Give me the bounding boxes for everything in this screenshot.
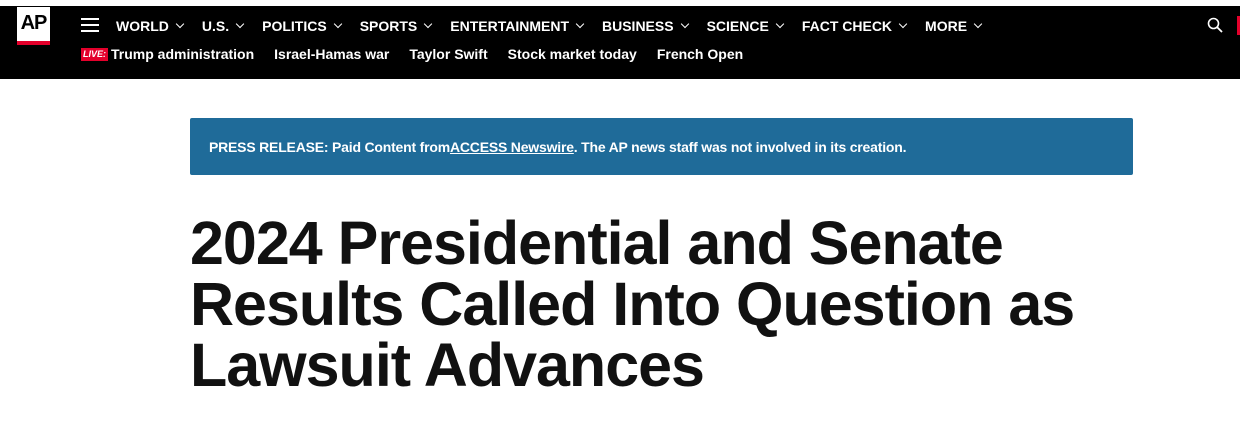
- trending-item-taylor-swift[interactable]: Taylor Swift: [409, 46, 487, 62]
- press-release-source-link[interactable]: ACCESS Newswire: [450, 139, 574, 155]
- nav-label: SCIENCE: [706, 18, 769, 34]
- nav-label: ENTERTAINMENT: [450, 18, 569, 34]
- nav-item-business[interactable]: BUSINESS: [602, 18, 689, 34]
- chevron-down-icon: [175, 19, 185, 29]
- nav-item-us[interactable]: U.S.: [201, 18, 245, 34]
- nav-item-science[interactable]: SCIENCE: [706, 18, 785, 34]
- chevron-down-icon: [333, 19, 342, 29]
- trending-label: Stock market today: [507, 46, 637, 62]
- top-navigation-bar: AP WORLD U.S. POLITICS SPORTS ENTERTAINM…: [0, 6, 1240, 79]
- trending-topics: LIVE: Trump administration Israel-Hamas w…: [81, 45, 763, 63]
- chevron-down-icon: [235, 19, 245, 29]
- search-icon[interactable]: [1207, 17, 1223, 33]
- chevron-down-icon: [898, 19, 908, 29]
- nav-label: U.S.: [201, 18, 230, 34]
- nav-item-more[interactable]: MORE: [925, 18, 983, 34]
- chevron-down-icon: [575, 19, 585, 29]
- nav-item-fact-check[interactable]: FACT CHECK: [801, 18, 908, 34]
- trending-item-trump-administration[interactable]: LIVE: Trump administration: [81, 46, 254, 62]
- main-nav: WORLD U.S. POLITICS SPORTS ENTERTAINMENT…: [116, 16, 1000, 36]
- press-release-banner: PRESS RELEASE: Paid Content from ACCESS …: [190, 118, 1133, 175]
- trending-label: Taylor Swift: [409, 46, 488, 62]
- nav-label: POLITICS: [262, 18, 327, 34]
- press-release-suffix: . The AP news staff was not involved in …: [573, 138, 907, 155]
- chevron-down-icon: [680, 19, 689, 29]
- article-headline: 2024 Presidential and Senate Results Cal…: [190, 209, 1075, 399]
- nav-label: WORLD: [116, 18, 169, 34]
- chevron-down-icon: [424, 19, 433, 29]
- trending-item-stock-market-today[interactable]: Stock market today: [508, 46, 637, 62]
- trending-label: Trump administration: [111, 46, 255, 62]
- nav-item-entertainment[interactable]: ENTERTAINMENT: [450, 18, 585, 34]
- nav-label: FACT CHECK: [801, 18, 893, 34]
- chevron-down-icon: [973, 19, 983, 29]
- nav-label: MORE: [925, 18, 968, 34]
- press-release-prefix: PRESS RELEASE: Paid Content from: [209, 138, 450, 155]
- trending-item-israel-hamas-war[interactable]: Israel-Hamas war: [274, 46, 389, 62]
- nav-label: BUSINESS: [602, 18, 674, 34]
- live-badge: LIVE:: [81, 47, 109, 61]
- nav-item-sports[interactable]: SPORTS: [359, 18, 433, 34]
- trending-item-french-open[interactable]: French Open: [657, 46, 743, 62]
- hamburger-menu-icon[interactable]: [81, 18, 99, 32]
- nav-item-politics[interactable]: POLITICS: [262, 18, 342, 34]
- trending-label: French Open: [656, 46, 744, 62]
- trending-label: Israel-Hamas war: [274, 46, 390, 62]
- nav-label: SPORTS: [359, 18, 418, 34]
- nav-item-world[interactable]: WORLD: [116, 18, 185, 34]
- chevron-down-icon: [775, 19, 785, 29]
- ap-logo[interactable]: AP: [17, 7, 50, 45]
